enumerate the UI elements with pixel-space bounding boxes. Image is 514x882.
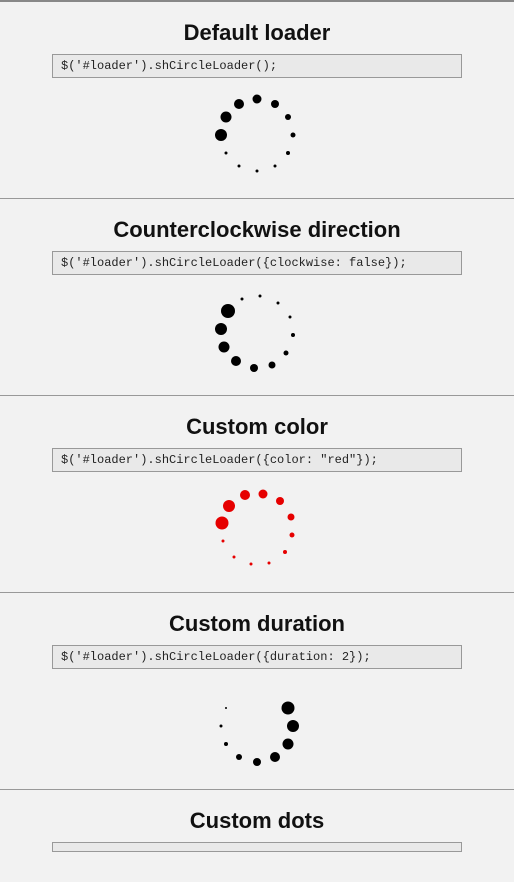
loader-dot bbox=[234, 99, 244, 109]
loader-dot bbox=[259, 489, 268, 498]
loader-dot bbox=[283, 550, 287, 554]
loader-dot bbox=[219, 342, 230, 353]
circle-loader-icon bbox=[212, 287, 302, 377]
loader-dot bbox=[287, 720, 299, 732]
loader-dot bbox=[223, 500, 235, 512]
loader-dot bbox=[232, 555, 235, 558]
loader-dot bbox=[220, 725, 223, 728]
example-section-duration: Custom duration $('#loader').shCircleLoad… bbox=[0, 592, 514, 789]
code-snippet: $('#loader').shCircleLoader({duration: 2… bbox=[52, 645, 462, 669]
loader-dot bbox=[236, 754, 242, 760]
section-title: Custom duration bbox=[0, 611, 514, 637]
loader-dot bbox=[215, 129, 227, 141]
loader-dot bbox=[276, 497, 284, 505]
section-title: Custom dots bbox=[0, 808, 514, 834]
loader-dot bbox=[287, 513, 294, 520]
loader-dot bbox=[274, 165, 277, 168]
loader-dot bbox=[231, 356, 241, 366]
loader-dot bbox=[240, 490, 250, 500]
loader-dot bbox=[259, 295, 262, 298]
loader-dot bbox=[222, 540, 225, 543]
loader-dot bbox=[215, 323, 227, 335]
circle-loader-icon bbox=[212, 90, 302, 180]
section-title: Default loader bbox=[0, 20, 514, 46]
loader-dot bbox=[283, 739, 294, 750]
code-snippet: $('#loader').shCircleLoader({clockwise: … bbox=[52, 251, 462, 275]
loader-dot bbox=[290, 533, 295, 538]
loader-dot bbox=[256, 170, 259, 173]
loader-dot bbox=[249, 563, 252, 566]
example-section-color: Custom color $('#loader').shCircleLoader(… bbox=[0, 395, 514, 592]
example-section-dots: Custom dots bbox=[0, 789, 514, 882]
loader-dot bbox=[286, 151, 290, 155]
section-title: Counterclockwise direction bbox=[0, 217, 514, 243]
loader-dot bbox=[215, 516, 228, 529]
example-section-ccw: Counterclockwise direction $('#loader').s… bbox=[0, 198, 514, 395]
code-snippet: $('#loader').shCircleLoader({color: "red… bbox=[52, 448, 462, 472]
example-section-default: Default loader $('#loader').shCircleLoade… bbox=[0, 0, 514, 198]
loader-dot bbox=[225, 707, 227, 709]
loader-dot bbox=[238, 165, 241, 168]
circle-loader-icon bbox=[212, 681, 302, 771]
loader-dot bbox=[269, 361, 276, 368]
loader-dot bbox=[224, 742, 228, 746]
loader-dot bbox=[268, 561, 271, 564]
loader-dot bbox=[270, 752, 280, 762]
loader-dot bbox=[253, 95, 262, 104]
loader-dot bbox=[220, 112, 231, 123]
loader-dot bbox=[276, 301, 279, 304]
section-title: Custom color bbox=[0, 414, 514, 440]
loader-dot bbox=[284, 350, 289, 355]
loader-dot bbox=[240, 298, 243, 301]
loader-dot bbox=[224, 152, 227, 155]
circle-loader-icon bbox=[212, 484, 302, 574]
code-snippet: $('#loader').shCircleLoader(); bbox=[52, 54, 462, 78]
loader-dot bbox=[221, 304, 235, 318]
loader-dot bbox=[271, 100, 279, 108]
loader-dot bbox=[288, 315, 291, 318]
loader-dot bbox=[285, 114, 291, 120]
loader-dot bbox=[253, 758, 261, 766]
loader-dot bbox=[250, 364, 258, 372]
loader-dot bbox=[291, 133, 296, 138]
loader-dot bbox=[291, 333, 295, 337]
loader-dot bbox=[282, 702, 295, 715]
code-snippet bbox=[52, 842, 462, 852]
